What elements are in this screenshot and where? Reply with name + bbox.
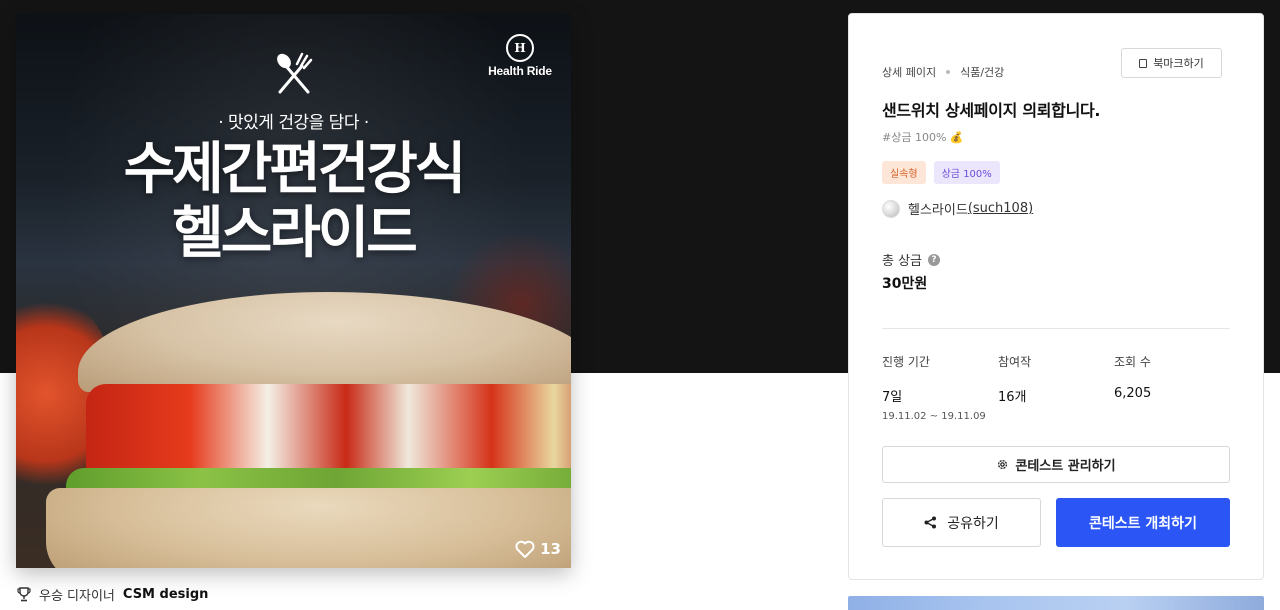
like-count: 13	[540, 540, 561, 558]
gear-icon	[998, 459, 1008, 470]
trophy-icon	[17, 587, 31, 602]
stat-period-label: 진행 기간	[882, 355, 930, 369]
stat-participants-value: 16개	[998, 390, 1027, 405]
divider	[882, 328, 1230, 329]
brand-logo-mark: H	[506, 34, 534, 62]
help-icon[interactable]: ?	[928, 253, 941, 266]
tag-prize: 상금 100%	[933, 161, 1000, 184]
headline-line-1: 수제간편건강식	[123, 137, 467, 202]
host-contest-button[interactable]: 콘테스트 개최하기	[1056, 498, 1230, 547]
breadcrumb-separator	[946, 70, 951, 74]
stat-period-range: 19.11.02 ~ 19.11.09	[882, 411, 986, 422]
like-button[interactable]: 13	[515, 540, 561, 558]
image-tagline: · 맛있게 건강을 담다 ·	[218, 113, 369, 133]
stat-views: 조회 수 6,205	[1114, 353, 1151, 401]
author-name: 헬스라이드	[908, 203, 968, 218]
designer-name[interactable]: CSM design	[123, 587, 208, 602]
fork-knife-icon	[277, 52, 313, 94]
bookmark-label: 북마크하기	[1153, 57, 1204, 70]
prize-label: 총 상금 ?	[882, 250, 941, 269]
stat-views-label: 조회 수	[1114, 355, 1151, 369]
share-label: 공유하기	[947, 515, 999, 532]
brand-logo-text: Health Ride	[488, 64, 552, 78]
stat-period-value: 7일	[882, 390, 903, 405]
share-button[interactable]: 공유하기	[882, 498, 1041, 547]
next-card-preview[interactable]	[848, 596, 1264, 610]
breadcrumb-item[interactable]: 상세 페이지	[882, 64, 936, 80]
avatar	[882, 199, 900, 218]
stat-participants: 참여작 16개	[998, 353, 1031, 405]
contest-hashtag: #상금 100% 💰	[882, 131, 964, 144]
bookmark-button[interactable]: 북마크하기	[1121, 48, 1222, 78]
headline-line-2: 헬스라이드	[172, 201, 418, 266]
designer-label: 우승 디자이너	[39, 589, 115, 604]
contest-image[interactable]: H Health Ride · 맛있게 건강을 담다 · 수제간편건강식 헬스라…	[16, 14, 571, 568]
contest-tags: 실속형 상금 100%	[882, 161, 1000, 184]
manage-contest-button[interactable]: 콘테스트 관리하기	[882, 446, 1230, 483]
author-handle[interactable]: (such108)	[968, 201, 1033, 216]
bookmark-icon	[1139, 58, 1148, 68]
contest-author[interactable]: 헬스라이드 (such108)	[882, 199, 1033, 218]
share-icon	[924, 516, 937, 529]
contest-title: 샌드위치 상세페이지 의뢰합니다.	[882, 101, 1101, 120]
brand-logo: H Health Ride	[487, 34, 553, 78]
sandwich-bun-bottom	[46, 488, 571, 568]
sandwich-bun-top	[78, 292, 571, 392]
breadcrumb-item[interactable]: 식품/건강	[960, 64, 1004, 80]
image-headline: 수제간편건강식 헬스라이드	[16, 138, 571, 266]
prize-label-text: 총 상금	[882, 254, 923, 269]
tag-value-type: 실속형	[882, 161, 926, 184]
sandwich-photo	[46, 292, 571, 568]
stat-participants-label: 참여작	[998, 355, 1032, 369]
heart-icon	[515, 540, 535, 558]
prize-value: 30만원	[882, 276, 928, 292]
stat-views-value: 6,205	[1114, 386, 1152, 401]
stat-period: 진행 기간 7일 19.11.02 ~ 19.11.09	[882, 353, 986, 422]
winning-designer: 우승 디자이너 CSM design	[17, 585, 208, 604]
contest-info-panel: 상세 페이지 식품/건강 북마크하기 샌드위치 상세페이지 의뢰합니다. #상금…	[848, 13, 1264, 580]
manage-contest-label: 콘테스트 관리하기	[1015, 459, 1116, 474]
breadcrumb: 상세 페이지 식품/건강	[882, 64, 1004, 80]
